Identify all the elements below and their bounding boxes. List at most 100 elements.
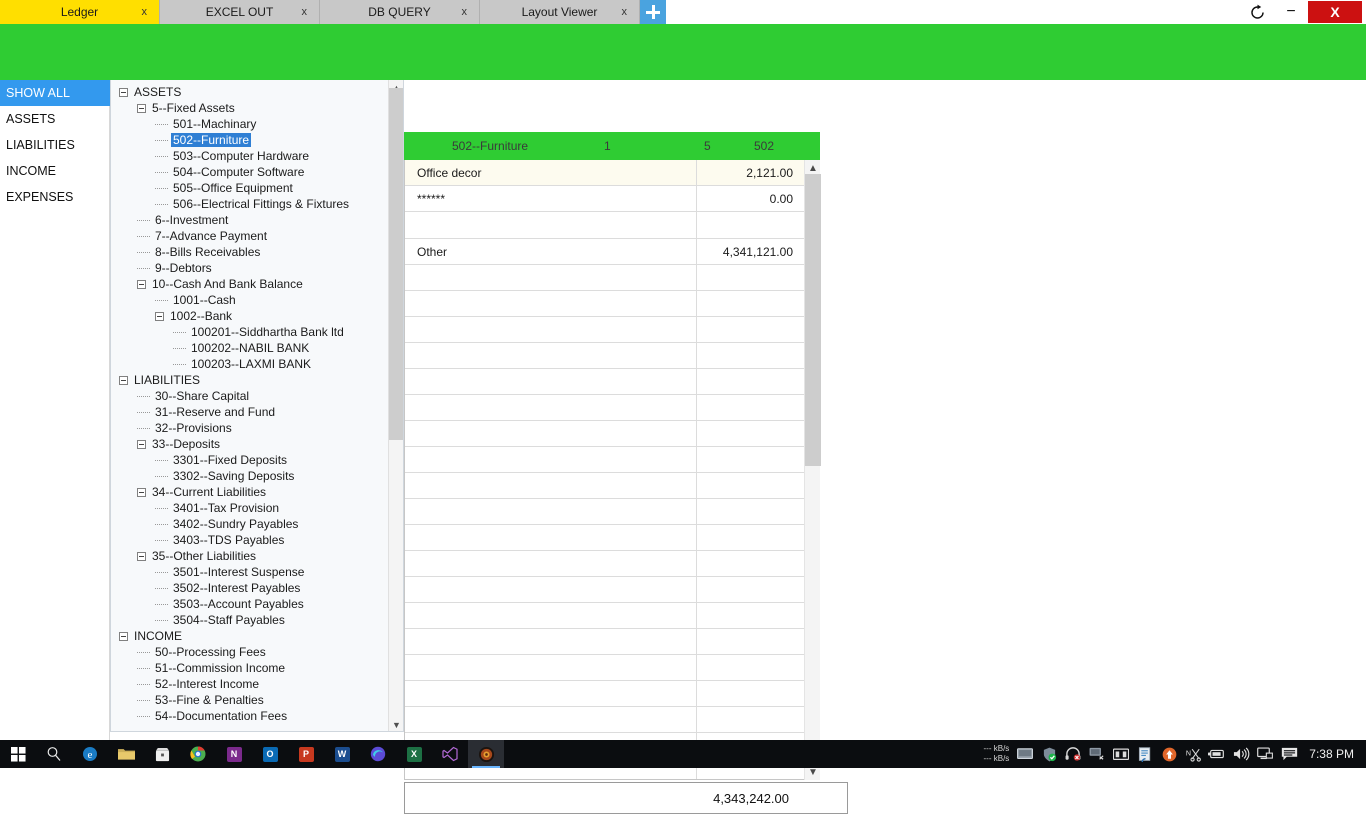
- tree-expander-icon[interactable]: [119, 631, 128, 641]
- grid-cell-name[interactable]: Other: [405, 239, 697, 264]
- tree-node[interactable]: 100201--Siddhartha Bank ltd: [111, 324, 387, 340]
- tree-node[interactable]: 3504--Staff Payables: [111, 612, 387, 628]
- tree-node[interactable]: 100202--NABIL BANK: [111, 340, 387, 356]
- tree-node[interactable]: 100203--LAXMI BANK: [111, 356, 387, 372]
- tree-node[interactable]: ASSETS: [111, 84, 387, 100]
- ledger-grid[interactable]: Office decor 2,121.00 ****** 0.00 Other 4,341…: [404, 160, 820, 780]
- table-row[interactable]: [405, 473, 819, 499]
- tree-node[interactable]: 3502--Interest Payables: [111, 580, 387, 596]
- sidebar-item-assets[interactable]: ASSETS: [0, 106, 109, 132]
- network-settings-tray-button[interactable]: [1085, 740, 1109, 768]
- tree-node[interactable]: 501--Machinary: [111, 116, 387, 132]
- close-button[interactable]: X: [1308, 1, 1362, 23]
- excel-button[interactable]: X: [396, 740, 432, 768]
- grid-cell-value[interactable]: 0.00: [697, 186, 803, 211]
- tree-expander-icon[interactable]: [155, 311, 164, 321]
- tree-scrollbar[interactable]: ▲ ▼: [388, 80, 403, 731]
- tree-expander-icon[interactable]: [137, 439, 146, 449]
- grid-cell-name[interactable]: [405, 551, 697, 576]
- tree-node[interactable]: 3302--Saving Deposits: [111, 468, 387, 484]
- grid-cell-value[interactable]: [697, 551, 803, 576]
- table-row[interactable]: ****** 0.00: [405, 186, 819, 212]
- tree-node[interactable]: 50--Processing Fees: [111, 644, 387, 660]
- tree-expander-icon[interactable]: [137, 487, 146, 497]
- grid-cell-value[interactable]: [697, 369, 803, 394]
- grid-cell-value[interactable]: [697, 629, 803, 654]
- table-row[interactable]: [405, 421, 819, 447]
- grid-cell-name[interactable]: [405, 473, 697, 498]
- tree-node[interactable]: 34--Current Liabilities: [111, 484, 387, 500]
- grid-cell-value[interactable]: [697, 421, 803, 446]
- tree-node[interactable]: LIABILITIES: [111, 372, 387, 388]
- grid-cell-name[interactable]: [405, 525, 697, 550]
- file-explorer-button[interactable]: [108, 740, 144, 768]
- grid-cell-value[interactable]: [697, 707, 803, 732]
- grid-cell-name[interactable]: [405, 629, 697, 654]
- new-tab-button[interactable]: [640, 0, 666, 24]
- tree-node[interactable]: 8--Bills Receivables: [111, 244, 387, 260]
- table-row[interactable]: Office decor 2,121.00: [405, 160, 819, 186]
- grid-cell-name[interactable]: [405, 681, 697, 706]
- table-row[interactable]: [405, 343, 819, 369]
- grid-cell-value[interactable]: [697, 317, 803, 342]
- account-tree-panel[interactable]: ASSETS 5--Fixed Assets 501--Machinary 502--…: [110, 80, 404, 732]
- chrome-button[interactable]: [180, 740, 216, 768]
- table-row[interactable]: [405, 681, 819, 707]
- shield-check-tray-button[interactable]: [1037, 740, 1061, 768]
- table-row[interactable]: [405, 629, 819, 655]
- table-row[interactable]: Other 4,341,121.00: [405, 239, 819, 265]
- table-row[interactable]: [405, 369, 819, 395]
- tree-node[interactable]: 33--Deposits: [111, 436, 387, 452]
- sidebar-item-show-all[interactable]: SHOW ALL: [0, 80, 110, 106]
- table-row[interactable]: [405, 655, 819, 681]
- tree-node[interactable]: 1002--Bank: [111, 308, 387, 324]
- tree-node[interactable]: 506--Electrical Fittings & Fixtures: [111, 196, 387, 212]
- grid-cell-value[interactable]: [697, 212, 803, 238]
- grid-cell-value[interactable]: [697, 291, 803, 316]
- microsoft-store-button[interactable]: [144, 740, 180, 768]
- grid-cell-name[interactable]: [405, 499, 697, 524]
- onenote-button[interactable]: N: [216, 740, 252, 768]
- tree-node[interactable]: 6--Investment: [111, 212, 387, 228]
- tree-node[interactable]: 31--Reserve and Fund: [111, 404, 387, 420]
- table-row[interactable]: [405, 447, 819, 473]
- tree-node[interactable]: INCOME: [111, 628, 387, 644]
- grid-cell-name[interactable]: [405, 343, 697, 368]
- table-row[interactable]: [405, 551, 819, 577]
- ledger-app-button[interactable]: [468, 740, 504, 768]
- tree-scroll-thumb[interactable]: [389, 88, 403, 440]
- grid-cell-value[interactable]: [697, 603, 803, 628]
- tree-node[interactable]: 5--Fixed Assets: [111, 100, 387, 116]
- tab-db-query-close-icon[interactable]: x: [462, 6, 468, 18]
- edge-beta-button[interactable]: [360, 740, 396, 768]
- table-row[interactable]: [405, 395, 819, 421]
- table-row[interactable]: [405, 577, 819, 603]
- update-arrow-tray-button[interactable]: [1157, 740, 1181, 768]
- snip-tool-tray-button[interactable]: N: [1181, 740, 1205, 768]
- grid-cell-name[interactable]: [405, 291, 697, 316]
- start-button[interactable]: [0, 740, 36, 768]
- tree-node[interactable]: 9--Debtors: [111, 260, 387, 276]
- grid-cell-value[interactable]: 2,121.00: [697, 160, 803, 185]
- tab-layout-viewer-close-icon[interactable]: x: [622, 6, 628, 18]
- outlook-button[interactable]: O: [252, 740, 288, 768]
- grid-cell-name[interactable]: [405, 577, 697, 602]
- tree-node[interactable]: 35--Other Liabilities: [111, 548, 387, 564]
- grid-cell-name[interactable]: [405, 447, 697, 472]
- grid-cell-name[interactable]: ******: [405, 186, 697, 211]
- tree-node[interactable]: 3401--Tax Provision: [111, 500, 387, 516]
- tree-node[interactable]: 7--Advance Payment: [111, 228, 387, 244]
- sidebar-item-expenses[interactable]: EXPENSES: [0, 184, 109, 210]
- tree-node[interactable]: 30--Share Capital: [111, 388, 387, 404]
- table-row[interactable]: [405, 317, 819, 343]
- grid-cell-value[interactable]: [697, 265, 803, 290]
- headset-mute-tray-button[interactable]: [1061, 740, 1085, 768]
- tree-node[interactable]: 10--Cash And Bank Balance: [111, 276, 387, 292]
- tree-node[interactable]: 3403--TDS Payables: [111, 532, 387, 548]
- word-button[interactable]: W: [324, 740, 360, 768]
- tree-node[interactable]: 505--Office Equipment: [111, 180, 387, 196]
- grid-cell-value[interactable]: [697, 343, 803, 368]
- sidebar-item-liabilities[interactable]: LIABILITIES: [0, 132, 109, 158]
- grid-cell-value[interactable]: [697, 681, 803, 706]
- table-row[interactable]: [405, 265, 819, 291]
